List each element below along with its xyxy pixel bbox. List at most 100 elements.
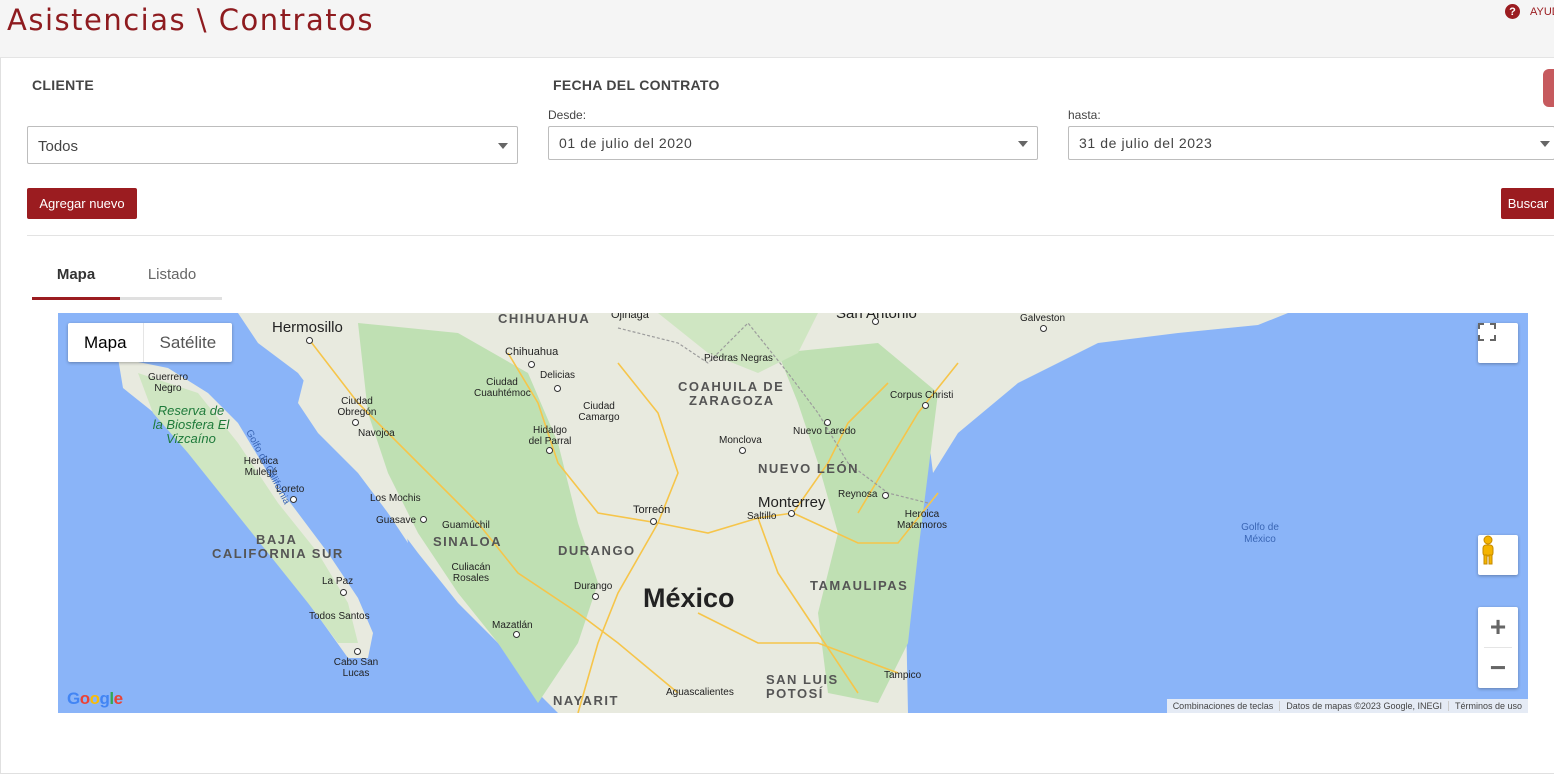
main-panel: CLIENTE FECHA DEL CONTRATO Desde: hasta:… — [0, 58, 1554, 774]
city-marker — [420, 516, 427, 523]
chevron-down-icon — [1018, 141, 1028, 147]
map-label-state: POTOSÍ — [766, 686, 824, 701]
map-label-city: Ciudad Cuauhtémoc — [474, 377, 531, 399]
help-link[interactable]: ? AYUDA — [1505, 4, 1554, 19]
map-label-country: México — [643, 583, 735, 613]
map-label-city: Monclova — [719, 435, 762, 446]
map-data-text: Datos de mapas ©2023 Google, INEGI — [1279, 701, 1448, 711]
client-select[interactable]: Todos — [27, 126, 518, 164]
city-marker — [546, 447, 553, 454]
city-marker — [513, 631, 520, 638]
map-label-reserve: Reserva de la Biosfera El Vizcaíno — [152, 403, 230, 446]
map-label-water: Golfo de México — [1241, 522, 1279, 545]
terms-link[interactable]: Términos de uso — [1447, 701, 1528, 711]
map-label-state: SAN LUIS — [766, 672, 839, 687]
city-marker — [352, 419, 359, 426]
city-marker — [340, 589, 347, 596]
page-title: Asistencias \ Contratos — [7, 3, 374, 37]
city-marker — [528, 361, 535, 368]
city-marker — [882, 492, 889, 499]
map-label-state: CHIHUAHUA — [498, 313, 591, 326]
to-date-value: 31 de julio del 2023 — [1079, 135, 1213, 151]
map-label-state: ZARAGOZA — [689, 393, 775, 408]
city-marker — [922, 402, 929, 409]
map-label-city: Reynosa — [838, 489, 878, 500]
map-label-city: Delicias — [540, 370, 576, 381]
map-label-city: Ciudad Obregón — [337, 396, 377, 418]
from-date-value: 01 de julio del 2020 — [559, 135, 693, 151]
map-label-city: La Paz — [322, 576, 354, 587]
map-label-city: Piedras Negras — [704, 353, 773, 364]
map-label-city: Galveston — [1020, 313, 1066, 324]
map-label-city: Guerrero Negro — [147, 372, 188, 394]
contract-date-label: FECHA DEL CONTRATO — [553, 77, 720, 93]
keyboard-shortcuts-link[interactable]: Combinaciones de teclas — [1167, 701, 1280, 711]
tab-mapa[interactable]: Mapa — [32, 266, 120, 283]
divider — [27, 235, 1554, 236]
map-label-city: Culiacán Rosales — [451, 562, 491, 584]
map-label-city: Todos Santos — [309, 611, 370, 622]
client-label: CLIENTE — [32, 77, 94, 93]
map-label-city: Guasave — [376, 515, 417, 526]
map-type-map[interactable]: Mapa — [68, 323, 144, 362]
to-date-select[interactable]: 31 de julio del 2023 — [1068, 126, 1554, 160]
map-attribution: Combinaciones de teclas Datos de mapas ©… — [1166, 699, 1528, 713]
city-marker — [592, 593, 599, 600]
map-label-city: Durango — [574, 581, 613, 592]
city-marker — [739, 447, 746, 454]
map-label-city: Nuevo Laredo — [793, 426, 856, 437]
map-label-state: NAYARIT — [553, 693, 619, 708]
map-label-city: Monterrey — [758, 494, 826, 511]
map-label-city: Guamúchil — [442, 520, 490, 531]
map-label-state: COAHUILA DE — [678, 379, 785, 394]
map-label-city: Hermosillo — [272, 319, 343, 336]
street-view-button[interactable] — [1478, 535, 1518, 575]
map-label-city: Cabo San Lucas — [333, 657, 379, 679]
side-panel-tab[interactable] — [1543, 69, 1554, 107]
google-logo: Google — [67, 689, 123, 708]
zoom-in-button[interactable]: + — [1478, 607, 1518, 647]
chevron-down-icon — [498, 143, 508, 149]
chevron-down-icon — [1540, 141, 1550, 147]
map-label-city: Mazatlán — [492, 620, 533, 631]
map-label-city: Los Mochis — [370, 493, 421, 504]
map-label-city: Heroica Matamoros — [896, 509, 947, 531]
tab-listado[interactable]: Listado — [132, 266, 212, 283]
fullscreen-button[interactable] — [1478, 323, 1518, 363]
help-label[interactable]: AYUDA — [1530, 6, 1554, 18]
land-texas-coast — [928, 313, 1288, 473]
map-label-city: Aguascalientes — [666, 687, 734, 698]
map-label-city: Ojinaga — [611, 313, 649, 321]
map-view[interactable]: CHIHUAHUA COAHUILA DE ZARAGOZA NUEVO LEÓ… — [58, 313, 1528, 713]
map-label-state: DURANGO — [558, 543, 636, 558]
pegman-icon — [1482, 535, 1494, 565]
city-marker — [306, 337, 313, 344]
city-marker — [1040, 325, 1047, 332]
city-marker — [872, 318, 879, 325]
map-type-satellite[interactable]: Satélite — [144, 323, 233, 362]
view-tabs: Mapa Listado — [32, 258, 222, 300]
from-label: Desde: — [548, 108, 587, 122]
client-select-value: Todos — [38, 138, 79, 155]
map-label-city: Torreón — [633, 504, 671, 516]
city-marker — [788, 510, 795, 517]
zoom-out-button[interactable]: − — [1478, 648, 1518, 688]
map-label-city: Chihuahua — [505, 346, 559, 358]
from-date-select[interactable]: 01 de julio del 2020 — [548, 126, 1038, 160]
map-label-city: Tampico — [884, 670, 922, 681]
map-label-state: CALIFORNIA SUR — [212, 546, 344, 561]
add-new-button[interactable]: Agregar nuevo — [27, 188, 137, 219]
map-label-state: SINALOA — [433, 534, 502, 549]
map-label-city: Navojoa — [358, 428, 395, 439]
map-label-city: Saltillo — [747, 511, 777, 522]
search-button[interactable]: Buscar — [1501, 188, 1554, 219]
map-label-state: TAMAULIPAS — [810, 578, 909, 593]
question-icon[interactable]: ? — [1505, 4, 1520, 19]
city-marker — [354, 648, 361, 655]
city-marker — [824, 419, 831, 426]
top-bar: Asistencias \ Contratos ? AYUDA — [0, 0, 1554, 58]
to-label: hasta: — [1068, 108, 1101, 122]
map-type-control: Mapa Satélite — [68, 323, 233, 362]
active-tab-indicator — [32, 297, 120, 300]
city-marker — [554, 385, 561, 392]
